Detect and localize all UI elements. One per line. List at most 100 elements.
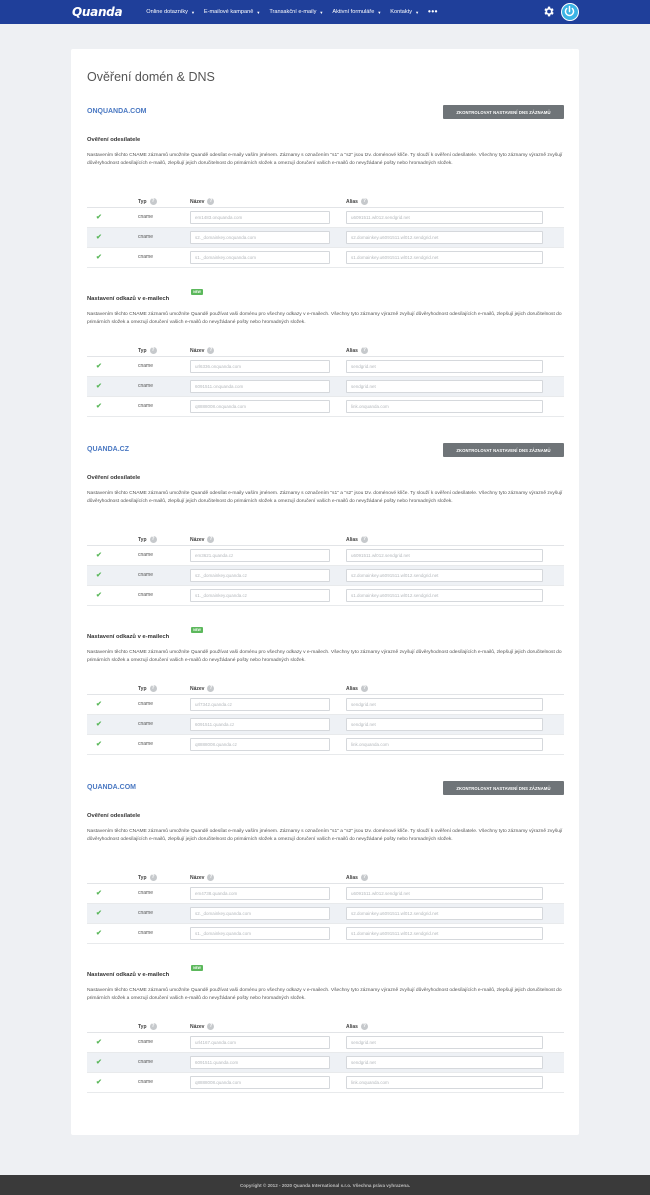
record-name-field[interactable]: s1._domainkey.onquanda.com (190, 251, 330, 264)
help-icon[interactable]: ? (149, 536, 157, 543)
nav-emailove-kampane[interactable]: E-mailové kampaně ▼ (204, 8, 260, 16)
help-icon[interactable]: ? (360, 347, 368, 354)
col-name: Název? (190, 685, 215, 692)
dns-records-table: Typ? Název? Alias? ✔ cname em3621.quanda.cz u6… (87, 532, 564, 606)
record-name-field[interactable]: em1483.onquanda.com (190, 211, 330, 224)
help-icon[interactable]: ? (207, 198, 215, 205)
record-name-field[interactable]: s1._domainkey.quanda.com (190, 927, 330, 940)
record-alias-field[interactable]: sendgrid.net (346, 380, 543, 393)
table-row: ✔ cname s2._domainkey.onquanda.com s2.domai… (87, 228, 564, 248)
quanda-logo[interactable]: Quanda (72, 5, 123, 19)
help-icon[interactable]: ? (360, 1023, 368, 1030)
record-name-field[interactable]: q8888008.quanda.cz (190, 738, 330, 751)
main-card: Ověření domén & DNS ONQUANDA.COM ZKONTROL… (71, 49, 579, 1135)
help-icon[interactable]: ? (149, 1023, 157, 1030)
help-icon[interactable]: ? (207, 536, 215, 543)
record-type: cname (138, 721, 154, 727)
domain-title: ONQUANDA.COM (87, 108, 147, 115)
record-name-field[interactable]: em4738.quanda.com (190, 887, 330, 900)
record-name-field[interactable]: 6091511.quanda.cz (190, 718, 330, 731)
dns-records-table: Typ? Název? Alias? ✔ cname url6336.onquanda.c… (87, 343, 564, 417)
power-icon[interactable] (561, 3, 579, 21)
help-icon[interactable]: ? (360, 536, 368, 543)
record-name-field[interactable]: s2._domainkey.onquanda.com (190, 231, 330, 244)
help-icon[interactable]: ? (149, 347, 157, 354)
record-type: cname (138, 552, 154, 558)
nav-online-dotazniky[interactable]: Online dotazníky ▼ (146, 8, 195, 16)
gear-icon[interactable] (542, 5, 555, 18)
table-row: ✔ cname 6091511.quanda.cz sendgrid.net (87, 715, 564, 735)
help-icon[interactable]: ? (207, 874, 215, 881)
record-alias-field[interactable]: link.onquanda.com (346, 1076, 543, 1089)
more-menu-icon[interactable]: ••• (428, 8, 438, 16)
check-dns-button[interactable]: ZKONTROLOVAT NASTAVENÍ DNS ZÁZNAMŮ (443, 781, 564, 795)
record-name-field[interactable]: 6091511.onquanda.com (190, 380, 330, 393)
help-icon[interactable]: ? (149, 874, 157, 881)
record-type: cname (138, 741, 154, 747)
record-alias-field[interactable]: s2.domainkey.u6091511.wl012.sendgrid.net (346, 907, 543, 920)
record-alias-field[interactable]: sendgrid.net (346, 698, 543, 711)
record-alias-field[interactable]: u6091511.wl012.sendgrid.net (346, 211, 543, 224)
col-alias: Alias? (346, 685, 368, 692)
help-icon[interactable]: ? (207, 685, 215, 692)
check-icon: ✔ (96, 403, 102, 410)
record-type: cname (138, 701, 154, 707)
record-alias-field[interactable]: u6091511.wl012.sendgrid.net (346, 549, 543, 562)
nav-aktivni-formulare[interactable]: Aktivní formuláře ▼ (332, 8, 381, 16)
table-header: Typ? Název? Alias? (87, 532, 564, 546)
record-name-field[interactable]: q8888008.quanda.com (190, 1076, 330, 1089)
check-icon: ✔ (96, 234, 102, 241)
record-name-field[interactable]: em3621.quanda.cz (190, 549, 330, 562)
sender-section-title: Ověření odesílatele (87, 475, 141, 481)
record-alias-field[interactable]: s2.domainkey.u6091511.wl012.sendgrid.net (346, 569, 543, 582)
nav-label: Transakční e-maily (269, 9, 317, 15)
record-alias-field[interactable]: s1.domainkey.u6091511.wl012.sendgrid.net (346, 927, 543, 940)
help-icon[interactable]: ? (207, 347, 215, 354)
col-type: Typ? (138, 874, 157, 881)
check-icon: ✔ (96, 254, 102, 261)
record-alias-field[interactable]: sendgrid.net (346, 1036, 543, 1049)
help-icon[interactable]: ? (207, 1023, 215, 1030)
record-type: cname (138, 214, 154, 220)
help-icon[interactable]: ? (360, 685, 368, 692)
record-name-field[interactable]: q8888008.onquanda.com (190, 400, 330, 413)
nav-transakcni-emaily[interactable]: Transakční e-maily ▼ (269, 8, 323, 16)
record-alias-field[interactable]: sendgrid.net (346, 360, 543, 373)
col-type: Typ? (138, 685, 157, 692)
check-dns-button[interactable]: ZKONTROLOVAT NASTAVENÍ DNS ZÁZNAMŮ (443, 105, 564, 119)
check-icon: ✔ (96, 363, 102, 370)
record-alias-field[interactable]: sendgrid.net (346, 718, 543, 731)
caret-down-icon: ▼ (377, 9, 382, 15)
table-header: Typ? Název? Alias? (87, 1019, 564, 1033)
record-alias-field[interactable]: link.onquanda.com (346, 400, 543, 413)
record-name-field[interactable]: s1._domainkey.quanda.cz (190, 589, 330, 602)
record-alias-field[interactable]: u6091511.wl012.sendgrid.net (346, 887, 543, 900)
record-name-field[interactable]: s2._domainkey.quanda.cz (190, 569, 330, 582)
check-icon: ✔ (96, 721, 102, 728)
help-icon[interactable]: ? (149, 685, 157, 692)
record-alias-field[interactable]: link.onquanda.com (346, 738, 543, 751)
record-alias-field[interactable]: sendgrid.net (346, 1056, 543, 1069)
help-icon[interactable]: ? (149, 198, 157, 205)
caret-down-icon: ▼ (190, 9, 195, 15)
record-alias-field[interactable]: s1.domainkey.u6091511.wl012.sendgrid.net (346, 589, 543, 602)
record-name-field[interactable]: url6336.onquanda.com (190, 360, 330, 373)
check-dns-button[interactable]: ZKONTROLOVAT NASTAVENÍ DNS ZÁZNAMŮ (443, 443, 564, 457)
table-row: ✔ cname s1._domainkey.onquanda.com s1.domai… (87, 248, 564, 268)
col-alias: Alias? (346, 347, 368, 354)
col-type: Typ? (138, 536, 157, 543)
col-alias-label: Alias (346, 536, 358, 543)
record-name-field[interactable]: 6091511.quanda.com (190, 1056, 330, 1069)
record-name-field[interactable]: url4167.quanda.com (190, 1036, 330, 1049)
record-name-field[interactable]: url7342.quanda.cz (190, 698, 330, 711)
help-icon[interactable]: ? (360, 874, 368, 881)
nav-kontakty[interactable]: Kontakty ▼ (390, 8, 419, 16)
table-row: ✔ cname s1._domainkey.quanda.com s1.domaink… (87, 924, 564, 944)
col-type-label: Typ (138, 198, 147, 205)
record-alias-field[interactable]: s2.domainkey.u6091511.wl012.sendgrid.net (346, 231, 543, 244)
help-icon[interactable]: ? (360, 198, 368, 205)
check-icon: ✔ (96, 592, 102, 599)
record-name-field[interactable]: s2._domainkey.quanda.com (190, 907, 330, 920)
record-alias-field[interactable]: s1.domainkey.u6091511.wl012.sendgrid.net (346, 251, 543, 264)
check-icon: ✔ (96, 1079, 102, 1086)
